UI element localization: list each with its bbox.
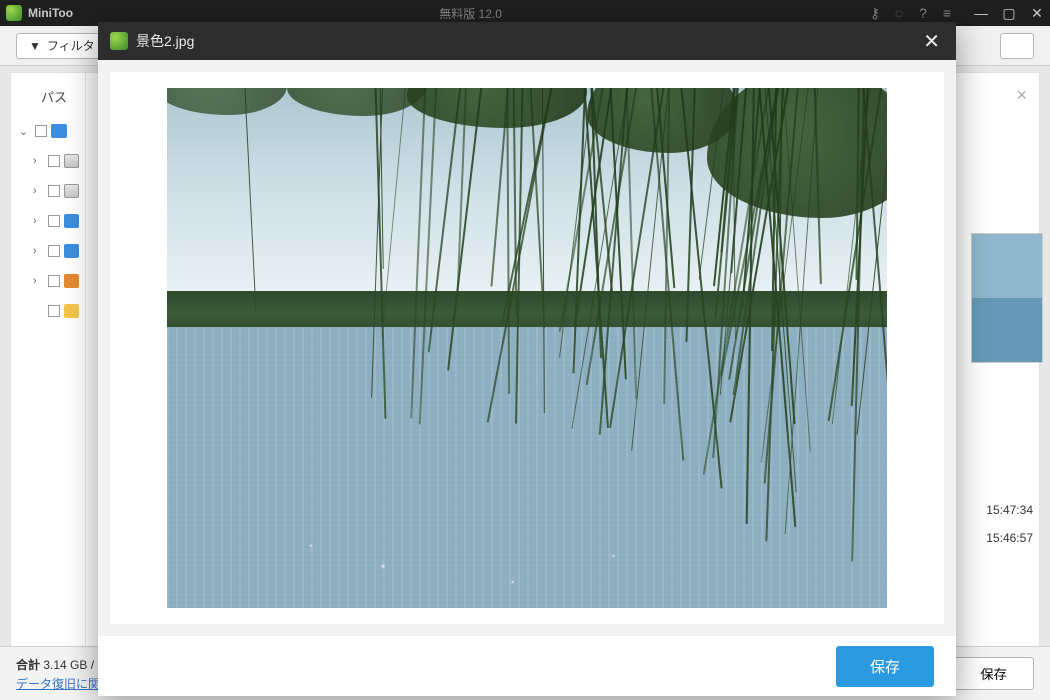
willow-branch bbox=[542, 88, 545, 414]
close-banner-icon[interactable]: × bbox=[1016, 85, 1027, 106]
foliage bbox=[167, 88, 287, 115]
path-header: パス bbox=[17, 83, 79, 116]
willow-branch bbox=[410, 88, 426, 418]
timestamp-2: 15:46:57 bbox=[986, 531, 1033, 545]
minimize-icon[interactable]: — bbox=[974, 6, 988, 20]
drive-icon bbox=[64, 244, 79, 258]
footer-save-button[interactable]: 保存 bbox=[953, 657, 1034, 690]
checkbox[interactable] bbox=[48, 215, 59, 227]
willow-branch bbox=[381, 88, 407, 337]
willow-branch bbox=[507, 88, 511, 394]
caret-right-icon[interactable]: › bbox=[33, 275, 44, 287]
toolbar-right-button[interactable] bbox=[1000, 33, 1034, 59]
tree-row[interactable]: › bbox=[17, 266, 79, 296]
drive-icon bbox=[64, 214, 79, 228]
app-brand: MiniToo bbox=[28, 6, 73, 20]
checkbox[interactable] bbox=[48, 275, 59, 287]
timestamp-1: 15:47:34 bbox=[986, 503, 1033, 517]
footer-total-label: 合計 bbox=[16, 658, 40, 672]
sidebar: パス ⌄ › › › › › bbox=[11, 73, 86, 661]
help-icon[interactable]: ? bbox=[916, 6, 930, 20]
willow-branch bbox=[244, 88, 257, 312]
drive-icon bbox=[64, 184, 79, 198]
checkbox[interactable] bbox=[48, 155, 59, 167]
caret-down-icon[interactable]: ⌄ bbox=[19, 125, 31, 138]
folder-icon bbox=[64, 304, 79, 318]
computer-icon bbox=[51, 124, 67, 138]
app-logo-icon bbox=[6, 5, 22, 21]
key-icon[interactable]: ⚷ bbox=[868, 6, 882, 20]
tree-row[interactable] bbox=[17, 296, 79, 326]
checkbox[interactable] bbox=[48, 305, 59, 317]
globe-icon[interactable]: ◌ bbox=[892, 6, 906, 20]
tree-row[interactable]: › bbox=[17, 206, 79, 236]
preview-modal: 景色2.jpg ✕ 保存 bbox=[98, 22, 956, 696]
titlebar-status-icons: ⚷ ◌ ? ≡ bbox=[868, 6, 954, 20]
tree-row[interactable]: › bbox=[17, 236, 79, 266]
modal-header: 景色2.jpg ✕ bbox=[98, 22, 956, 60]
menu-icon[interactable]: ≡ bbox=[940, 6, 954, 20]
caret-blank bbox=[33, 305, 44, 317]
modal-filename: 景色2.jpg bbox=[136, 31, 919, 51]
window-controls: — ▢ ✕ bbox=[974, 6, 1044, 20]
tree-row-root[interactable]: ⌄ bbox=[17, 116, 79, 146]
modal-footer: 保存 bbox=[98, 636, 956, 696]
drive-icon bbox=[64, 274, 79, 288]
maximize-icon[interactable]: ▢ bbox=[1002, 6, 1016, 20]
tree-row[interactable]: › bbox=[17, 146, 79, 176]
filter-button[interactable]: ▼ フィルタ bbox=[16, 33, 108, 59]
image-frame bbox=[110, 72, 944, 624]
drive-icon bbox=[64, 154, 79, 168]
close-window-icon[interactable]: ✕ bbox=[1030, 6, 1044, 20]
modal-logo-icon bbox=[110, 32, 128, 50]
tree-row[interactable]: › bbox=[17, 176, 79, 206]
modal-save-button[interactable]: 保存 bbox=[836, 646, 934, 687]
modal-close-icon[interactable]: ✕ bbox=[919, 29, 944, 54]
filter-icon: ▼ bbox=[29, 39, 41, 53]
filter-label: フィルタ bbox=[47, 37, 95, 54]
preview-photo bbox=[167, 88, 887, 608]
caret-right-icon[interactable]: › bbox=[33, 185, 44, 197]
checkbox[interactable] bbox=[48, 245, 59, 257]
modal-body bbox=[98, 60, 956, 636]
app-title-center: 無料版 12.0 bbox=[73, 5, 868, 22]
footer-total-size: 3.14 GB / bbox=[43, 658, 94, 672]
footer-total: 合計 3.14 GB / bbox=[16, 656, 100, 673]
checkbox[interactable] bbox=[35, 125, 47, 137]
footer-help-link[interactable]: データ復旧に関 bbox=[16, 675, 100, 692]
checkbox[interactable] bbox=[48, 185, 59, 197]
caret-right-icon[interactable]: › bbox=[33, 245, 44, 257]
caret-right-icon[interactable]: › bbox=[33, 155, 44, 167]
caret-right-icon[interactable]: › bbox=[33, 215, 44, 227]
foliage bbox=[287, 88, 427, 116]
thumbnail-preview[interactable] bbox=[971, 233, 1043, 363]
